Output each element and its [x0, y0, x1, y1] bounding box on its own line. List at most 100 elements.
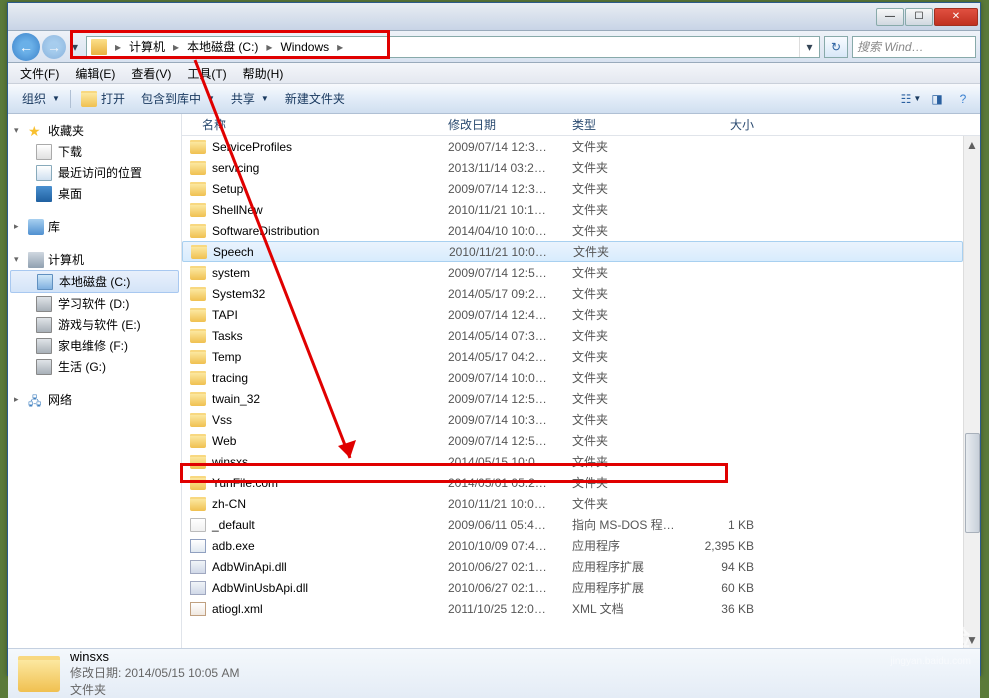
file-date: 2014/05/17 04:2…	[442, 350, 566, 364]
breadcrumb-sep[interactable]: ▸	[111, 40, 125, 54]
network-header[interactable]: ▸🖧网络	[8, 389, 181, 410]
vertical-scrollbar[interactable]: ▲ ▼	[963, 136, 980, 648]
scroll-thumb[interactable]	[965, 433, 980, 533]
libraries-header[interactable]: ▸库	[8, 216, 181, 237]
dll-icon	[190, 581, 206, 595]
file-name: TAPI	[212, 308, 238, 322]
back-button[interactable]: ←	[12, 33, 40, 61]
folder-icon	[190, 308, 206, 322]
file-row-yunfile-com[interactable]: YunFile.com2014/05/01 05:2…文件夹	[182, 472, 963, 493]
file-date: 2009/07/14 12:5…	[442, 392, 566, 406]
file-row-temp[interactable]: Temp2014/05/17 04:2…文件夹	[182, 346, 963, 367]
help-button[interactable]: ?	[952, 89, 974, 109]
history-dropdown[interactable]: ▾	[68, 40, 82, 54]
file-size: 2,395 KB	[686, 539, 766, 553]
scroll-up-button[interactable]: ▲	[964, 136, 980, 153]
menu-view[interactable]: 查看(V)	[123, 65, 179, 82]
breadcrumb-drive-c[interactable]: 本地磁盘 (C:)	[183, 37, 262, 57]
folder-icon	[190, 161, 206, 175]
breadcrumb-windows[interactable]: Windows	[276, 37, 333, 57]
file-row-servicing[interactable]: servicing2013/11/14 03:2…文件夹	[182, 157, 963, 178]
file-row-shellnew[interactable]: ShellNew2010/11/21 10:1…文件夹	[182, 199, 963, 220]
nav-recent[interactable]: 最近访问的位置	[8, 162, 181, 183]
file-row-softwaredistribution[interactable]: SoftwareDistribution2014/04/10 10:0…文件夹	[182, 220, 963, 241]
menu-tools[interactable]: 工具(T)	[179, 65, 234, 82]
organize-button[interactable]: 组织▼	[14, 87, 68, 111]
file-list: ServiceProfiles2009/07/14 12:3…文件夹servic…	[182, 136, 963, 648]
forward-button[interactable]: →	[42, 35, 66, 59]
computer-header[interactable]: ▾计算机	[8, 249, 181, 270]
file-size: 1 KB	[686, 518, 766, 532]
file-row-adbwinapi-dll[interactable]: AdbWinApi.dll2010/06/27 02:1…应用程序扩展94 KB	[182, 556, 963, 577]
folder-icon	[190, 497, 206, 511]
close-button[interactable]: ✕	[934, 8, 978, 26]
file-name: Vss	[212, 413, 232, 427]
column-size[interactable]: 大小	[686, 116, 766, 133]
file-row-twain-32[interactable]: twain_322009/07/14 12:5…文件夹	[182, 388, 963, 409]
column-type[interactable]: 类型	[566, 116, 686, 133]
column-date[interactable]: 修改日期	[442, 116, 566, 133]
scroll-track[interactable]	[964, 153, 980, 631]
breadcrumb-computer[interactable]: 计算机	[125, 37, 169, 57]
dll-icon	[190, 560, 206, 574]
nav-drive-f[interactable]: 家电维修 (F:)	[8, 335, 181, 356]
nav-drive-e[interactable]: 游戏与软件 (E:)	[8, 314, 181, 335]
breadcrumb-sep[interactable]: ▸	[333, 40, 347, 54]
file-row-adb-exe[interactable]: adb.exe2010/10/09 07:4…应用程序2,395 KB	[182, 535, 963, 556]
open-button[interactable]: 打开	[73, 87, 133, 111]
file-name: winsxs	[212, 455, 248, 469]
file-name: system	[212, 266, 250, 280]
minimize-button[interactable]: —	[876, 8, 904, 26]
file-date: 2014/05/01 05:2…	[442, 476, 566, 490]
file-name: System32	[212, 287, 265, 301]
preview-pane-button[interactable]: ◨	[926, 89, 948, 109]
file-row-atiogl-xml[interactable]: atiogl.xml2011/10/25 12:0…XML 文档36 KB	[182, 598, 963, 619]
file-type: 文件夹	[566, 369, 686, 386]
details-name: winsxs	[70, 649, 239, 664]
file-row-system32[interactable]: System322014/05/17 09:2…文件夹	[182, 283, 963, 304]
file-row-zh-cn[interactable]: zh-CN2010/11/21 10:0…文件夹	[182, 493, 963, 514]
file-date: 2014/05/14 07:3…	[442, 329, 566, 343]
menu-edit[interactable]: 编辑(E)	[67, 65, 123, 82]
maximize-button[interactable]: ☐	[905, 8, 933, 26]
share-button[interactable]: 共享▼	[223, 87, 277, 111]
address-bar[interactable]: ▸ 计算机 ▸ 本地磁盘 (C:) ▸ Windows ▸ ▾	[86, 36, 820, 58]
nav-downloads[interactable]: 下载	[8, 141, 181, 162]
folder-icon	[190, 182, 206, 196]
search-input[interactable]: 搜索 Wind…	[852, 36, 976, 58]
include-library-button[interactable]: 包含到库中▼	[133, 87, 223, 111]
file-row-system[interactable]: system2009/07/14 12:5…文件夹	[182, 262, 963, 283]
address-dropdown[interactable]: ▾	[799, 37, 819, 57]
new-folder-button[interactable]: 新建文件夹	[277, 87, 353, 111]
nav-drive-c[interactable]: 本地磁盘 (C:)	[10, 270, 179, 293]
view-options-button[interactable]: ☷▼	[900, 89, 922, 109]
favorites-header[interactable]: ▾★收藏夹	[8, 120, 181, 141]
nav-desktop[interactable]: 桌面	[8, 183, 181, 204]
file-row-speech[interactable]: Speech2010/11/21 10:0…文件夹	[182, 241, 963, 262]
scroll-down-button[interactable]: ▼	[964, 631, 980, 648]
menu-help[interactable]: 帮助(H)	[235, 65, 292, 82]
file-row-setup[interactable]: Setup2009/07/14 12:3…文件夹	[182, 178, 963, 199]
file-name: Speech	[213, 245, 254, 259]
file-row-tapi[interactable]: TAPI2009/07/14 12:4…文件夹	[182, 304, 963, 325]
file-row--default[interactable]: _default2009/06/11 05:4…指向 MS-DOS 程…1 KB	[182, 514, 963, 535]
file-name: Web	[212, 434, 236, 448]
nav-drive-g[interactable]: 生活 (G:)	[8, 356, 181, 377]
file-row-serviceprofiles[interactable]: ServiceProfiles2009/07/14 12:3…文件夹	[182, 136, 963, 157]
breadcrumb-sep[interactable]: ▸	[262, 40, 276, 54]
file-type: 文件夹	[566, 411, 686, 428]
folder-icon	[190, 287, 206, 301]
nav-drive-d[interactable]: 学习软件 (D:)	[8, 293, 181, 314]
refresh-button[interactable]: ↻	[824, 36, 848, 58]
file-row-vss[interactable]: Vss2009/07/14 10:3…文件夹	[182, 409, 963, 430]
menu-file[interactable]: 文件(F)	[12, 65, 67, 82]
breadcrumb-sep[interactable]: ▸	[169, 40, 183, 54]
column-name[interactable]: 名称	[182, 116, 442, 133]
file-row-winsxs[interactable]: winsxs2014/05/15 10:0…文件夹	[182, 451, 963, 472]
file-row-tasks[interactable]: Tasks2014/05/14 07:3…文件夹	[182, 325, 963, 346]
file-date: 2014/04/10 10:0…	[442, 224, 566, 238]
file-row-adbwinusbapi-dll[interactable]: AdbWinUsbApi.dll2010/06/27 02:1…应用程序扩展60…	[182, 577, 963, 598]
file-name: atiogl.xml	[212, 602, 263, 616]
file-row-web[interactable]: Web2009/07/14 12:5…文件夹	[182, 430, 963, 451]
file-row-tracing[interactable]: tracing2009/07/14 10:0…文件夹	[182, 367, 963, 388]
